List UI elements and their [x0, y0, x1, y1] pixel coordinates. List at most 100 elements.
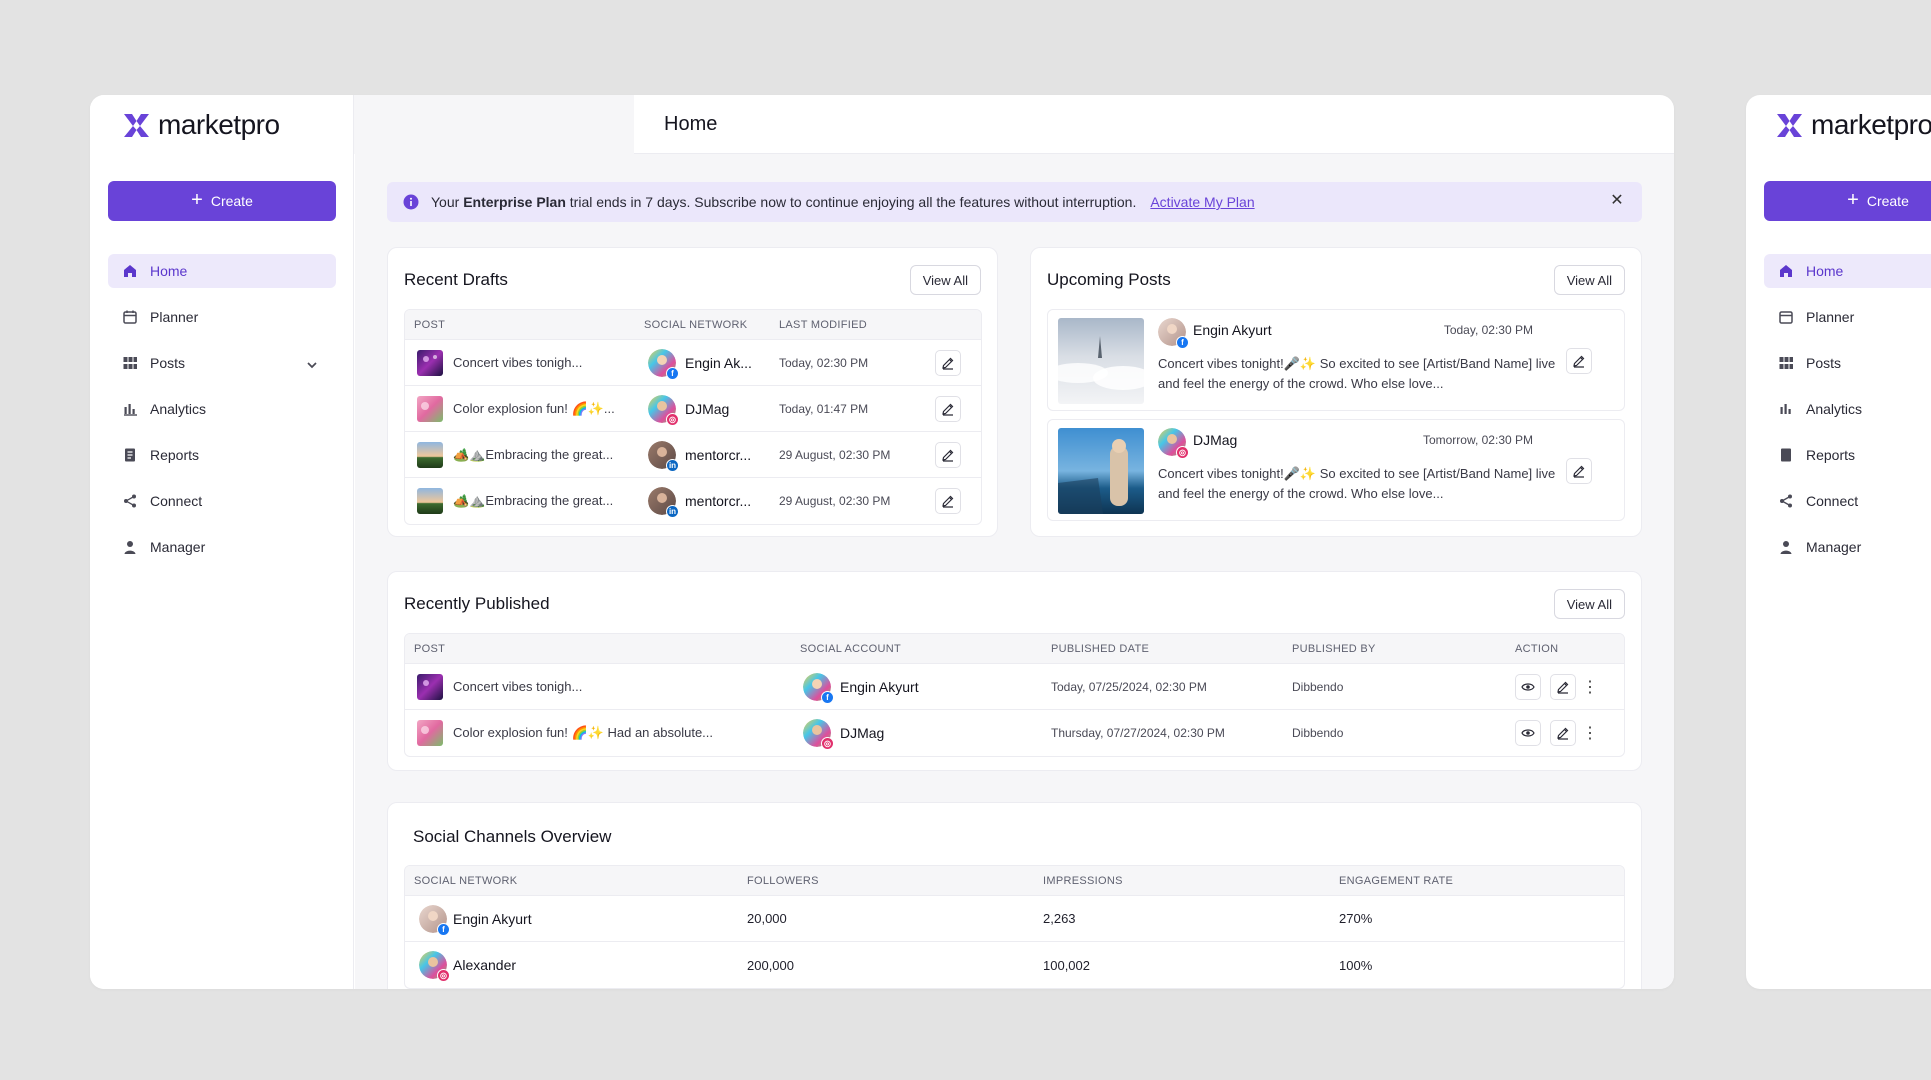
- sidebar-item-reports[interactable]: Reports: [108, 438, 336, 472]
- linkedin-icon: in: [666, 505, 679, 518]
- sidebar-item-analytics[interactable]: Analytics: [108, 392, 336, 426]
- post-thumbnail: [417, 349, 443, 376]
- sidebar-item-manager[interactable]: Manager: [1764, 530, 1931, 564]
- sidebar-item-posts[interactable]: Posts: [108, 346, 336, 380]
- account-name: DJMag: [685, 400, 730, 417]
- social-channels-card: Social Channels Overview SOCIAL NETWORK …: [387, 802, 1642, 989]
- column-header: PUBLISHED DATE: [1051, 642, 1150, 655]
- sidebar: marketpro + Create Home Planner Posts An: [90, 95, 354, 989]
- plus-icon: +: [191, 189, 203, 211]
- column-header: SOCIAL NETWORK: [644, 318, 748, 331]
- column-header: PUBLISHED BY: [1292, 642, 1376, 655]
- sidebar-item-posts[interactable]: Posts: [1764, 346, 1931, 380]
- published-table: POST SOCIAL ACCOUNT PUBLISHED DATE PUBLI…: [404, 633, 1625, 757]
- create-button-label: Create: [1866, 193, 1909, 209]
- column-header: LAST MODIFIED: [779, 318, 868, 331]
- last-modified: Today, 01:47 PM: [779, 401, 869, 416]
- main-content: Your Enterprise Plan trial ends in 7 day…: [355, 154, 1674, 989]
- avatar: ◎: [648, 394, 679, 426]
- user-icon: [1780, 541, 1792, 554]
- upcoming-view-all-button[interactable]: View All: [1553, 265, 1625, 295]
- table-row[interactable]: ◎ Alexander 200,000 100,002 100%: [405, 942, 1624, 988]
- recent-drafts-card: Recent Drafts View All POST SOCIAL NETWO…: [387, 247, 998, 537]
- facebook-icon: f: [1176, 336, 1189, 349]
- followers-count: 200,000: [747, 957, 794, 973]
- view-button[interactable]: [1515, 673, 1541, 700]
- sidebar-item-reports[interactable]: Reports: [1764, 438, 1931, 472]
- recently-published-card: Recently Published View All POST SOCIAL …: [387, 571, 1642, 771]
- more-options-icon[interactable]: ⋮: [1582, 725, 1598, 742]
- drafts-view-all-button[interactable]: View All: [909, 265, 981, 295]
- post-thumbnail: [417, 720, 443, 746]
- post-text: Color explosion fun! 🌈✨ Had an absolute.…: [453, 725, 714, 740]
- share-icon: [1780, 494, 1792, 508]
- sidebar-item-label: Manager: [1806, 539, 1862, 555]
- close-icon[interactable]: ✕: [1608, 192, 1626, 210]
- table-row[interactable]: Concert vibes tonigh... f Engin Ak... Tod…: [405, 340, 981, 386]
- column-header: POST: [414, 642, 446, 655]
- sidebar-item-connect[interactable]: Connect: [108, 484, 336, 518]
- upcoming-post-item[interactable]: ◎ DJMag Tomorrow, 02:30 PM Concert vibes…: [1047, 419, 1625, 521]
- home-icon: [124, 265, 136, 277]
- account-name: Engin Akyurt: [453, 910, 532, 927]
- edit-button[interactable]: [935, 395, 961, 422]
- edit-button[interactable]: [1550, 720, 1576, 746]
- last-modified: 29 August, 02:30 PM: [779, 447, 891, 462]
- upcoming-post-item[interactable]: f Engin Akyurt Today, 02:30 PM Concert v…: [1047, 309, 1625, 411]
- published-by: Dibbendo: [1292, 726, 1344, 740]
- create-button[interactable]: + Create: [1764, 181, 1931, 221]
- edit-button[interactable]: [1550, 673, 1576, 700]
- edit-button[interactable]: [1566, 348, 1592, 374]
- table-row[interactable]: Color explosion fun! 🌈✨... ◎ DJMag Today,…: [405, 386, 981, 432]
- facebook-icon: f: [821, 690, 834, 704]
- activate-plan-link[interactable]: Activate My Plan: [1150, 194, 1254, 210]
- table-header: SOCIAL NETWORK FOLLOWERS IMPRESSIONS ENG…: [405, 866, 1624, 896]
- sidebar-item-planner[interactable]: Planner: [108, 300, 336, 334]
- sidebar-item-home[interactable]: Home: [108, 254, 336, 288]
- upcoming-posts-title: Upcoming Posts: [1047, 270, 1171, 289]
- published-view-all-button[interactable]: View All: [1553, 589, 1625, 619]
- bar-chart-icon: [124, 404, 137, 416]
- facebook-icon: f: [437, 922, 450, 936]
- create-button[interactable]: + Create: [108, 181, 336, 221]
- table-row[interactable]: Color explosion fun! 🌈✨ Had an absolute.…: [405, 710, 1624, 756]
- edit-button[interactable]: [935, 441, 961, 468]
- chevron-down-icon[interactable]: [304, 357, 320, 373]
- published-date: Thursday, 07/27/2024, 02:30 PM: [1051, 726, 1225, 740]
- sidebar-item-planner[interactable]: Planner: [1764, 300, 1931, 334]
- account-name: mentorcr...: [685, 493, 752, 509]
- logo-text-bold: market: [158, 109, 241, 140]
- more-options-icon[interactable]: ⋮: [1582, 679, 1598, 696]
- banner-plan-name: Enterprise Plan: [463, 194, 566, 210]
- sidebar-item-connect[interactable]: Connect: [1764, 484, 1931, 518]
- create-button-label: Create: [210, 193, 253, 209]
- post-text: Concert vibes tonight!🎤✨ So excited to s…: [1158, 356, 1556, 391]
- account-name: DJMag: [1193, 432, 1238, 448]
- recent-drafts-title: Recent Drafts: [404, 270, 508, 289]
- account-name: Alexander: [453, 957, 517, 973]
- table-row[interactable]: Concert vibes tonigh... f Engin Akyurt To…: [405, 664, 1624, 710]
- report-icon: [1781, 448, 1791, 462]
- table-row[interactable]: 🏕️⛰️Embracing the great... in mentorcr...…: [405, 432, 981, 478]
- avatar: f: [803, 672, 834, 704]
- table-row[interactable]: f Engin Akyurt 20,000 2,263 270%: [405, 896, 1624, 942]
- view-button[interactable]: [1515, 720, 1541, 746]
- calendar-icon: [123, 310, 137, 324]
- top-bar-spacer: [354, 95, 634, 154]
- avatar: f: [419, 904, 450, 936]
- edit-button[interactable]: [935, 349, 961, 376]
- instagram-icon: ◎: [666, 412, 679, 426]
- recently-published-title: Recently Published: [404, 594, 550, 613]
- edit-button[interactable]: [1566, 458, 1592, 484]
- pencil-icon: [942, 449, 954, 462]
- logo-text-light: pro: [240, 109, 280, 140]
- table-row[interactable]: 🏕️⛰️Embracing the great... in mentorcr...…: [405, 478, 981, 524]
- sidebar-item-analytics[interactable]: Analytics: [1764, 392, 1931, 426]
- plus-icon: +: [1847, 189, 1859, 211]
- table-header: POST SOCIAL ACCOUNT PUBLISHED DATE PUBLI…: [405, 634, 1624, 664]
- edit-button[interactable]: [935, 488, 961, 514]
- sidebar-item-home[interactable]: Home: [1764, 254, 1931, 288]
- account-name: DJMag: [840, 725, 885, 741]
- sidebar-item-manager[interactable]: Manager: [108, 530, 336, 564]
- logo[interactable]: marketpro: [123, 109, 280, 141]
